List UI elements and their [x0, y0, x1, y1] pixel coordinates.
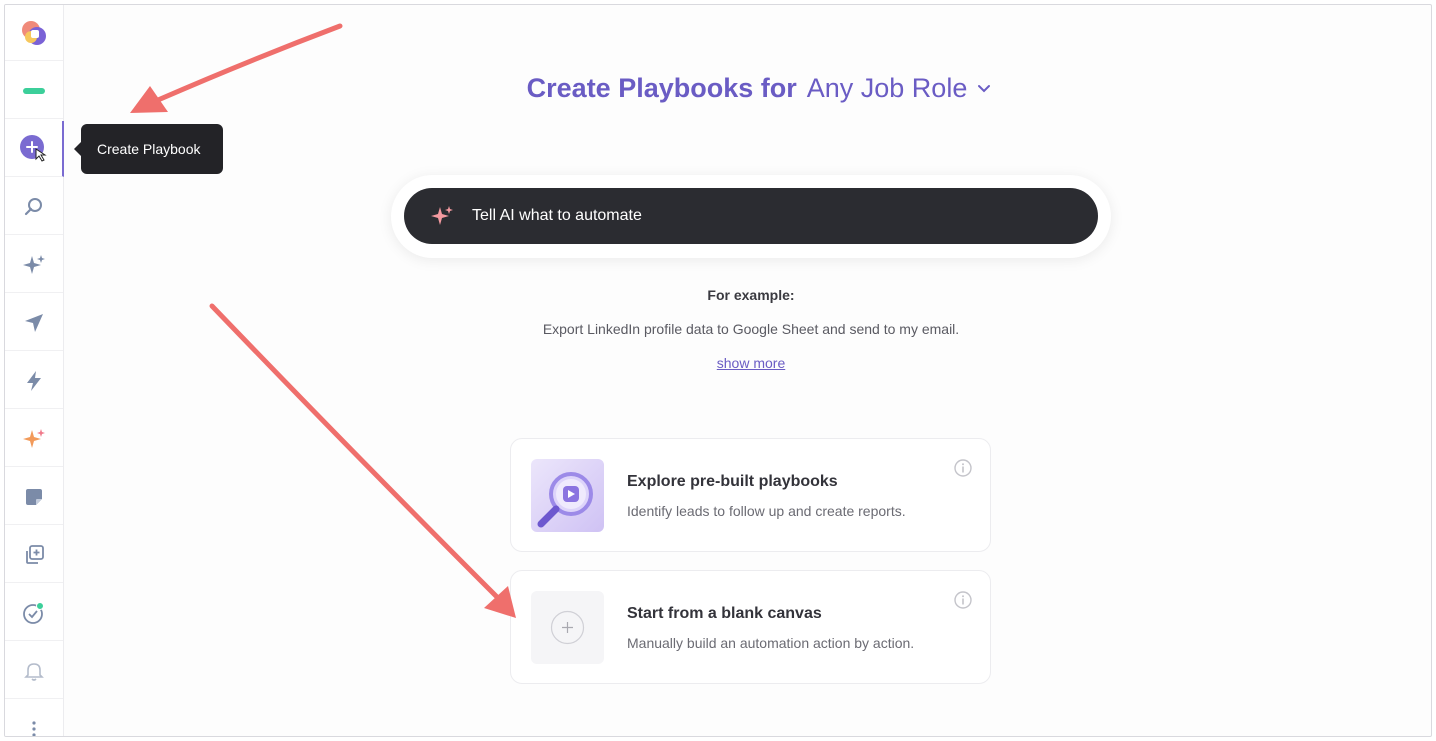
sidebar-item-more[interactable] [5, 701, 63, 736]
magnifier-play-icon [537, 472, 593, 528]
example-title: For example: [707, 287, 795, 303]
check-circle-icon [23, 601, 44, 624]
sidebar-item-add-copy[interactable] [5, 527, 63, 583]
plus-circle-icon [19, 134, 47, 162]
create-playbook-tooltip: Create Playbook [74, 124, 223, 174]
chevron-down-icon [978, 84, 991, 92]
sparkle-icon [23, 254, 45, 274]
blank-canvas-thumbnail [531, 591, 604, 664]
sidebar-item-magic[interactable] [5, 411, 63, 467]
copy-plus-icon [26, 544, 44, 564]
sidebar-item-create-playbook[interactable] [5, 121, 64, 177]
ai-prompt-input[interactable]: Tell AI what to automate [404, 188, 1098, 244]
app-window: Create Playbook Create Playbooks for Any… [4, 4, 1432, 737]
job-role-value: Any Job Role [806, 73, 968, 103]
info-icon[interactable] [954, 591, 972, 609]
sidebar-item-notifications[interactable] [5, 643, 63, 699]
explore-thumbnail [531, 459, 604, 532]
explore-playbooks-card[interactable]: Explore pre-built playbooks Identify lea… [510, 438, 991, 552]
job-role-dropdown[interactable]: Any Job Role [807, 73, 992, 104]
logo-icon [22, 20, 46, 45]
plus-circle-outline-icon [550, 610, 585, 645]
ai-prompt-container: Tell AI what to automate [391, 175, 1111, 258]
show-more-wrap: show more [5, 355, 1431, 371]
card-description: Identify leads to follow up and create r… [627, 503, 906, 519]
info-icon[interactable] [954, 459, 972, 477]
heading-title: Create Playbooks for [526, 73, 797, 103]
show-more-link[interactable]: show more [717, 355, 785, 371]
sidebar-item-tasks[interactable] [5, 585, 63, 641]
sidebar-item-notes[interactable] [5, 469, 63, 525]
bell-icon [24, 662, 44, 681]
card-title: Explore pre-built playbooks [627, 473, 838, 490]
more-vertical-icon [32, 721, 36, 736]
sidebar-item-search[interactable] [5, 179, 63, 235]
example-text: Export LinkedIn profile data to Google S… [542, 321, 960, 337]
sticky-note-icon [26, 488, 42, 505]
lightning-icon [27, 370, 41, 391]
search-icon [24, 197, 42, 215]
card-description: Manually build an automation action by a… [627, 635, 915, 651]
ai-sparkle-icon [431, 206, 453, 225]
card-title: Start from a blank canvas [627, 605, 822, 622]
blank-canvas-card[interactable]: Start from a blank canvas Manually build… [510, 570, 991, 684]
ai-prompt-label: Tell AI what to automate [472, 207, 642, 224]
app-logo[interactable] [5, 5, 63, 61]
colored-sparkle-icon [23, 428, 45, 448]
sidebar-item-ai[interactable] [5, 237, 63, 293]
page-heading: Create Playbooks for Any Job Role [5, 73, 1431, 104]
